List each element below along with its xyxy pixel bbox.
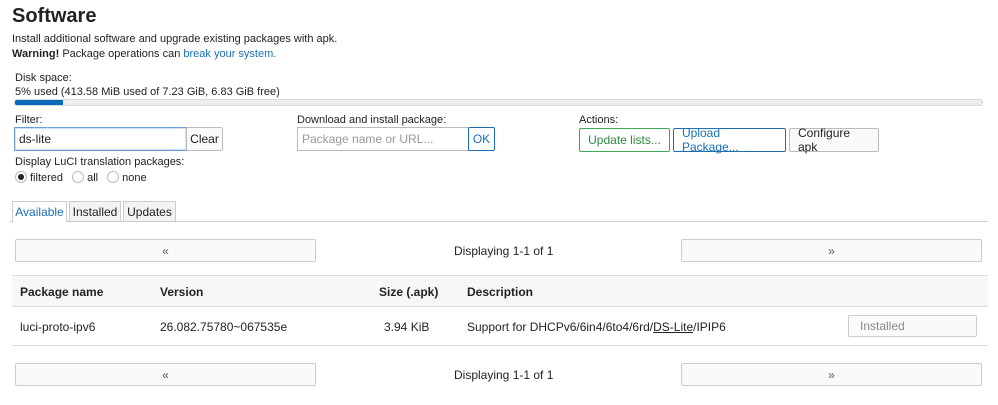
disk-usage-text: 5% used (413.58 MiB used of 7.23 GiB, 6.… [15, 86, 280, 98]
download-label: Download and install package: [297, 114, 447, 126]
install-ok-button[interactable]: OK [468, 127, 495, 151]
upload-package-button[interactable]: Upload Package... [673, 126, 786, 154]
update-lists-button[interactable]: Update lists... [579, 128, 670, 152]
translation-options: filtered all none [15, 171, 147, 184]
tab-installed[interactable]: Installed [69, 201, 121, 221]
package-description: Support for DHCPv6/6in4/6to4/6rd/DS-Lite… [467, 320, 726, 334]
pager-status-top: Displaying 1-1 of 1 [454, 244, 554, 258]
prev-page-button-bottom[interactable]: « [15, 363, 316, 386]
radio-all[interactable]: all [72, 171, 98, 184]
header-size: Size (.apk) [379, 285, 439, 299]
package-version: 26.082.75780~067535e [160, 320, 288, 334]
package-size: 3.94 KiB [384, 320, 430, 334]
header-version: Version [160, 285, 204, 299]
radio-all-icon [72, 171, 85, 183]
radio-filtered[interactable]: filtered [15, 171, 63, 184]
header-package-name: Package name [20, 285, 104, 299]
warning-text: Package operations can [62, 48, 181, 60]
prev-page-button-top[interactable]: « [15, 239, 316, 262]
configure-apk-button[interactable]: Configure apk [789, 126, 879, 154]
pager-status-bottom: Displaying 1-1 of 1 [454, 368, 554, 382]
radio-none[interactable]: none [107, 171, 147, 184]
installed-button[interactable]: Installed [848, 315, 977, 337]
package-tabs: Available Installed Updates [10, 201, 988, 222]
ds-lite-abbr: DS-Lite [653, 320, 694, 334]
tab-updates[interactable]: Updates [123, 201, 176, 221]
translation-label: Display LuCI translation packages: [15, 156, 185, 168]
table-row-border [12, 345, 988, 346]
disk-usage-fill [15, 100, 64, 105]
filter-input[interactable] [14, 127, 187, 151]
disk-usage-bar [14, 99, 983, 106]
page-description: Install additional software and upgrade … [12, 33, 338, 45]
actions-label: Actions: [579, 114, 619, 126]
break-system-link[interactable]: break your system. [183, 48, 276, 60]
package-url-input[interactable] [297, 127, 469, 151]
next-page-button-bottom[interactable]: » [681, 363, 982, 386]
next-page-button-top[interactable]: » [681, 239, 982, 262]
radio-none-icon [107, 171, 120, 183]
clear-filter-button[interactable]: Clear [186, 127, 223, 151]
filter-label: Filter: [15, 114, 43, 126]
package-name: luci-proto-ipv6 [20, 320, 96, 334]
description-text: Support for DHCPv6/6in4/6to4/6rd/ [467, 320, 654, 334]
page-title: Software [12, 5, 97, 27]
warning-label: Warning! [12, 48, 60, 60]
radio-filtered-icon [15, 171, 27, 183]
header-description: Description [467, 285, 534, 299]
disk-space-label: Disk space: [15, 72, 72, 84]
tab-available[interactable]: Available [12, 201, 67, 222]
description-suffix: /IPIP6 [693, 320, 726, 334]
warning-message: Warning! Package operations can break yo… [12, 48, 276, 60]
